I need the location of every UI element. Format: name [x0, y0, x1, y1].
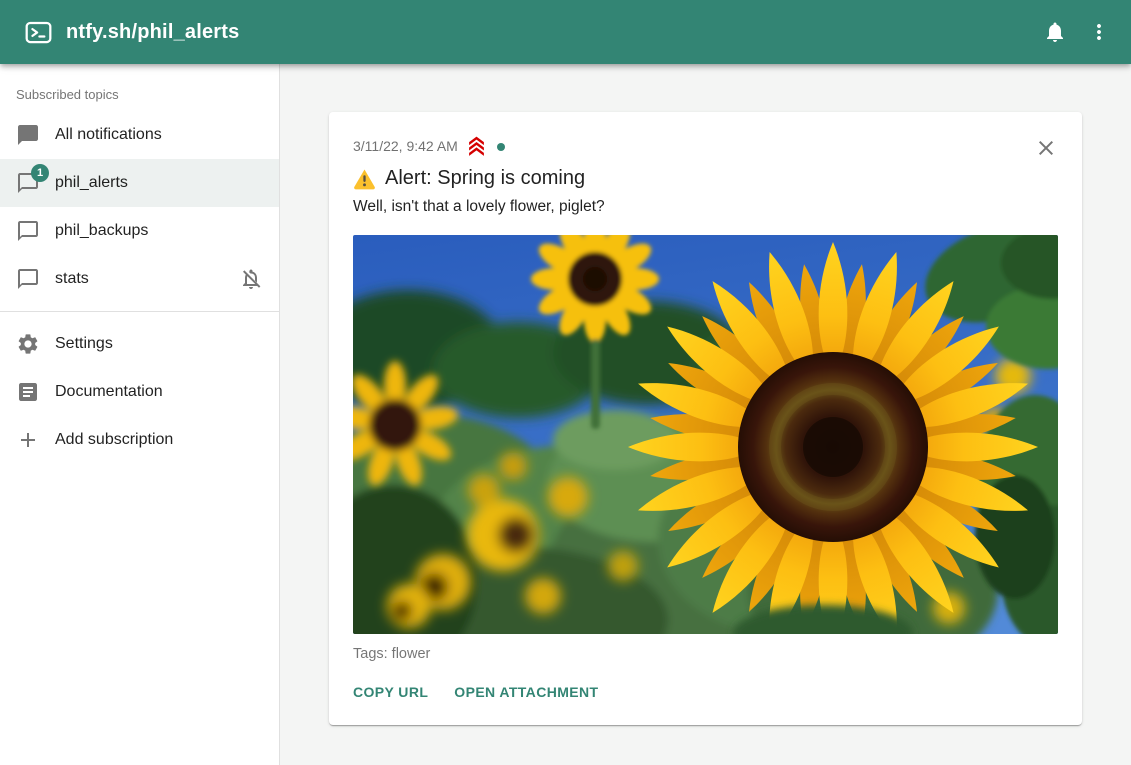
attachment-image-sunflowers[interactable] — [353, 235, 1058, 634]
open-attachment-button[interactable]: OPEN ATTACHMENT — [454, 673, 598, 711]
chat-bubble-outline-icon — [16, 267, 40, 291]
warning-emoji-icon — [353, 167, 376, 190]
sidebar-item-label: phil_alerts — [55, 174, 128, 192]
tags-label: Tags: flower — [353, 644, 1058, 665]
sidebar: Subscribed topics All notifications 1 ph… — [0, 64, 280, 765]
sidebar-divider — [0, 311, 279, 312]
sidebar-item-label: phil_backups — [55, 222, 148, 240]
close-icon[interactable] — [1026, 128, 1066, 168]
priority-max-icon — [466, 136, 487, 157]
ntfy-logo-terminal-icon — [25, 19, 52, 46]
sidebar-item-all-notifications[interactable]: All notifications — [0, 111, 279, 159]
notifications-bell-icon[interactable] — [1033, 10, 1077, 54]
sidebar-item-documentation[interactable]: Documentation — [0, 368, 279, 416]
sidebar-item-label: Add subscription — [55, 431, 173, 449]
chat-bubble-outline-icon — [16, 219, 40, 243]
kebab-menu-icon[interactable] — [1077, 10, 1121, 54]
chat-bubble-filled-icon — [16, 123, 40, 147]
sidebar-item-settings[interactable]: Settings — [0, 320, 279, 368]
page-title: ntfy.sh/phil_alerts — [66, 21, 1033, 44]
card-actions: COPY URL OPEN ATTACHMENT — [353, 673, 1058, 711]
sidebar-item-label: All notifications — [55, 126, 162, 144]
new-message-dot-icon — [497, 143, 505, 151]
copy-url-button[interactable]: COPY URL — [353, 673, 428, 711]
gear-icon — [16, 332, 40, 356]
sidebar-item-phil-backups[interactable]: phil_backups — [0, 207, 279, 255]
notifications-off-icon — [239, 267, 263, 291]
sidebar-item-add-subscription[interactable]: Add subscription — [0, 416, 279, 464]
sidebar-item-label: stats — [55, 270, 89, 288]
sidebar-item-phil-alerts[interactable]: 1 phil_alerts — [0, 159, 279, 207]
unread-count-badge: 1 — [31, 164, 49, 182]
sidebar-item-stats[interactable]: stats — [0, 255, 279, 303]
chat-bubble-outline-icon: 1 — [16, 171, 40, 195]
sidebar-item-label: Documentation — [55, 383, 163, 401]
notification-body: Well, isn't that a lovely flower, piglet… — [353, 195, 1058, 219]
app-bar: ntfy.sh/phil_alerts — [0, 0, 1131, 64]
notification-title: Alert: Spring is coming — [385, 163, 585, 193]
subscribed-topics-label: Subscribed topics — [0, 64, 279, 111]
sidebar-item-label: Settings — [55, 335, 113, 353]
notification-title-row: Alert: Spring is coming — [353, 163, 1058, 193]
notification-meta: 3/11/22, 9:42 AM — [353, 136, 1058, 157]
notification-timestamp: 3/11/22, 9:42 AM — [353, 136, 458, 157]
notification-card: 3/11/22, 9:42 AM — [329, 112, 1082, 725]
main-content: 3/11/22, 9:42 AM — [280, 64, 1131, 765]
plus-icon — [16, 428, 40, 452]
article-icon — [16, 380, 40, 404]
